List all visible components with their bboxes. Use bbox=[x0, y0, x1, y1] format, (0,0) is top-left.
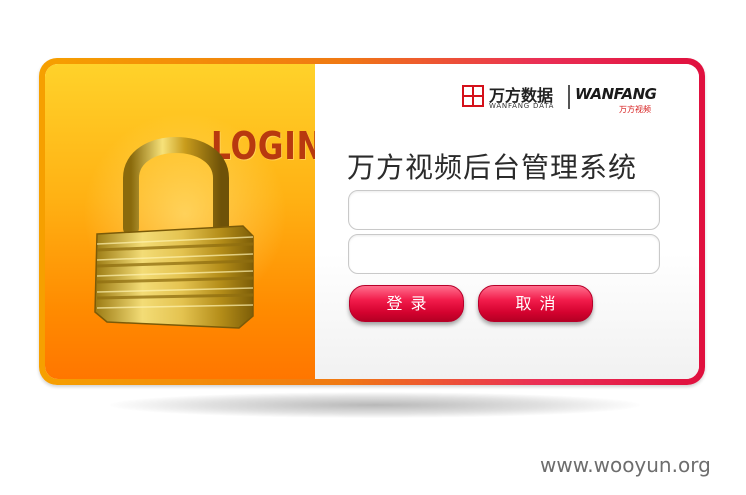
brand-divider bbox=[568, 85, 570, 109]
login-button[interactable]: 登录 bbox=[349, 285, 464, 322]
brand-name-en: WANFANG DATA bbox=[489, 102, 555, 110]
wanfang-logo-icon bbox=[462, 85, 484, 107]
padlock-icon bbox=[94, 137, 254, 329]
system-title: 万方视频后台管理系统 bbox=[347, 151, 638, 184]
login-dialog: LOGIN 万方数据 WANFANG DATA WANFANG 万方视频 万方视… bbox=[39, 58, 705, 385]
login-banner: LOGIN bbox=[45, 64, 323, 379]
username-input[interactable] bbox=[348, 190, 660, 230]
cancel-button[interactable]: 取消 bbox=[478, 285, 593, 322]
dialog-floor-shadow bbox=[110, 392, 640, 418]
watermark-text: www.wooyun.org bbox=[540, 453, 711, 477]
password-input[interactable] bbox=[348, 234, 660, 274]
brand-video-logo: WANFANG bbox=[575, 85, 657, 103]
brand-video-name-cn: 万方视频 bbox=[619, 105, 651, 114]
